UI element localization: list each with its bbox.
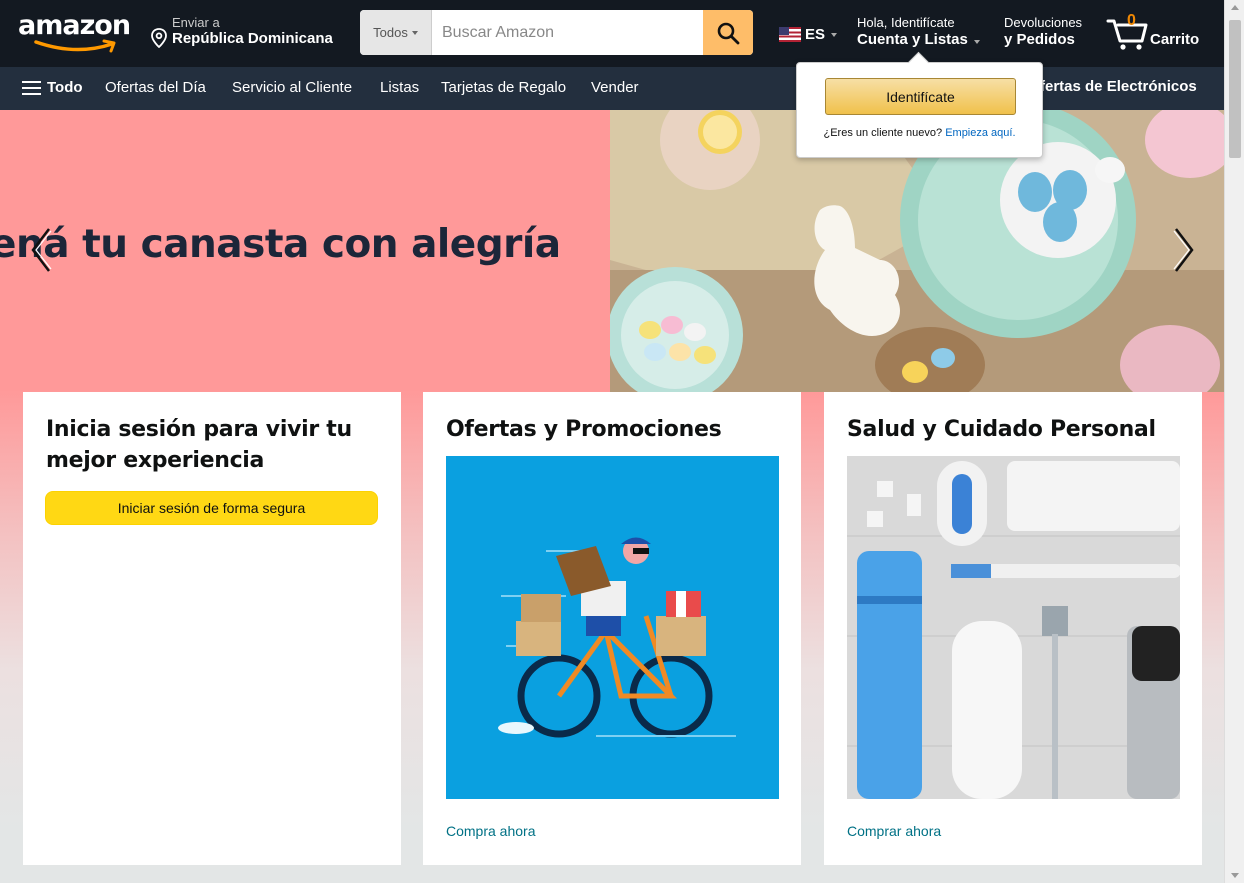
- nav-item-vender[interactable]: Vender: [591, 79, 639, 96]
- deals-card: Ofertas y Promociones Compra ahora: [423, 392, 801, 865]
- cart-label: Carrito: [1150, 31, 1200, 48]
- orders-label: y Pedidos: [1004, 31, 1075, 48]
- deliver-location: República Dominicana: [172, 30, 333, 47]
- all-menu-button[interactable]: Todo: [22, 79, 83, 96]
- deals-card-title: Ofertas y Promociones: [446, 417, 722, 442]
- nav-item-ofertas-del-dia[interactable]: Ofertas del Día: [105, 79, 206, 96]
- popover-signin-button[interactable]: Identifícate: [825, 78, 1016, 115]
- carousel-next-button[interactable]: [1168, 225, 1198, 275]
- cart-button[interactable]: 0 Carrito: [1106, 12, 1206, 53]
- search-bar: Todos: [360, 10, 753, 55]
- returns-and-orders[interactable]: Devoluciones y Pedidos: [1004, 15, 1082, 48]
- chevron-down-icon: [411, 30, 418, 35]
- new-customer-text: ¿Eres un cliente nuevo?: [823, 127, 943, 139]
- health-shop-now-link[interactable]: Comprar ahora: [847, 823, 941, 839]
- language-selector[interactable]: ES: [779, 26, 838, 43]
- logo-smile-icon: [34, 39, 116, 53]
- chevron-down-icon: [974, 40, 981, 44]
- all-menu-label: Todo: [47, 79, 83, 96]
- cart-count: 0: [1127, 12, 1136, 29]
- nav-item-tarjetas-de-regalo[interactable]: Tarjetas de Regalo: [441, 79, 566, 96]
- deliver-label: Enviar a: [172, 15, 220, 30]
- carousel-prev-button[interactable]: [27, 225, 57, 275]
- start-here-link[interactable]: Empieza aquí.: [945, 127, 1015, 139]
- nav-item-servicio-al-cliente[interactable]: Servicio al Cliente: [232, 79, 352, 96]
- nav-item-listas[interactable]: Listas: [380, 79, 419, 96]
- scroll-down-arrow-icon[interactable]: [1231, 873, 1239, 878]
- health-card-image[interactable]: [847, 456, 1180, 799]
- hamburger-menu-icon: [22, 80, 41, 95]
- account-greeting: Hola, Identifícate: [857, 15, 955, 30]
- scroll-up-arrow-icon[interactable]: [1231, 5, 1239, 10]
- cyclist-illustration: [446, 456, 779, 799]
- account-label: Cuenta y Listas: [857, 31, 968, 48]
- nav-item-ofertas-electronicos[interactable]: fertas de Electrónicos: [1040, 78, 1197, 95]
- location-pin-icon: [151, 28, 167, 48]
- deals-card-image[interactable]: [446, 456, 779, 799]
- amazon-logo[interactable]: amazon: [18, 10, 132, 56]
- signin-card-title: Inicia sesión para vivir tu mejor experi…: [46, 417, 352, 473]
- health-card-title: Salud y Cuidado Personal: [847, 417, 1156, 442]
- account-label-row: Cuenta y Listas: [857, 31, 981, 48]
- search-input[interactable]: [432, 10, 704, 55]
- signin-card: Inicia sesión para vivir tu mejor experi…: [23, 392, 401, 865]
- hero-title: ená tu canasta con alegría: [0, 222, 561, 267]
- new-customer-note: ¿Eres un cliente nuevo? Empieza aquí.: [797, 127, 1042, 139]
- language-label: ES: [805, 26, 826, 43]
- returns-label: Devoluciones: [1004, 15, 1083, 30]
- page-scrollbar[interactable]: [1224, 0, 1244, 883]
- search-category-select[interactable]: Todos: [360, 10, 432, 55]
- logo-wordmark: amazon: [18, 10, 131, 41]
- signin-popover: Identifícate ¿Eres un cliente nuevo? Emp…: [796, 62, 1043, 158]
- personal-care-products-image: [847, 456, 1180, 799]
- search-button[interactable]: [703, 10, 753, 55]
- scrollbar-thumb[interactable]: [1229, 20, 1241, 158]
- chevron-right-icon: [1173, 228, 1194, 272]
- secure-signin-button[interactable]: Iniciar sesión de forma segura: [45, 491, 378, 525]
- health-card: Salud y Cuidado Personal Comprar ahora: [824, 392, 1202, 865]
- search-category-label: Todos: [373, 25, 408, 40]
- top-navigation-bar: amazon Enviar a República Dominicana Tod…: [0, 0, 1224, 67]
- chevron-down-icon: [831, 32, 838, 37]
- us-flag-icon: [779, 27, 801, 42]
- deals-shop-now-link[interactable]: Compra ahora: [446, 823, 536, 839]
- chevron-left-icon: [31, 228, 52, 272]
- search-icon: [717, 22, 740, 44]
- account-and-lists[interactable]: Hola, Identifícate Cuenta y Listas: [857, 15, 981, 48]
